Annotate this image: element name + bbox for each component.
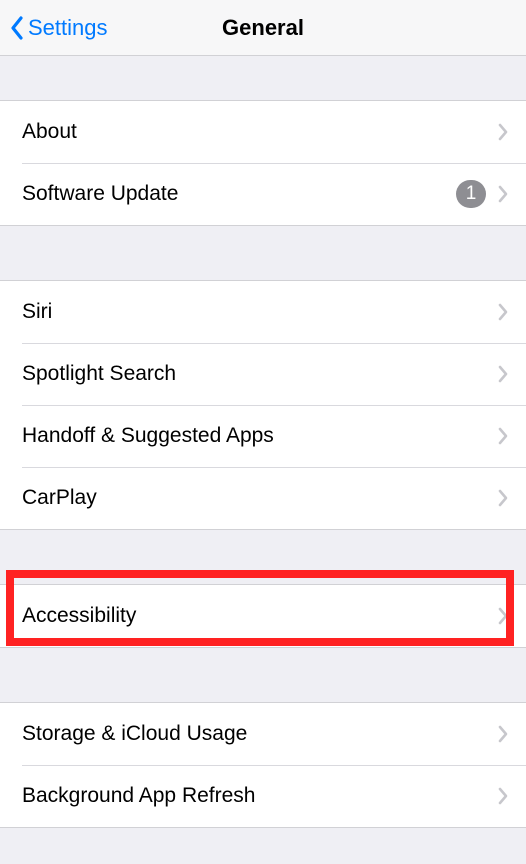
navbar: Settings General <box>0 0 526 56</box>
row-about[interactable]: About <box>0 101 526 163</box>
back-label: Settings <box>28 15 108 41</box>
group-about: About Software Update 1 <box>0 100 526 226</box>
group-accessibility: Accessibility <box>0 584 526 648</box>
group-spacer <box>0 530 526 584</box>
row-label: Software Update <box>22 182 456 206</box>
row-spotlight-search[interactable]: Spotlight Search <box>0 343 526 405</box>
row-label: Siri <box>22 300 498 324</box>
chevron-right-icon <box>498 787 508 805</box>
chevron-right-icon <box>498 489 508 507</box>
chevron-right-icon <box>498 123 508 141</box>
row-carplay[interactable]: CarPlay <box>0 467 526 529</box>
chevron-right-icon <box>498 427 508 445</box>
update-badge: 1 <box>456 180 486 208</box>
group-spacer <box>0 648 526 702</box>
chevron-right-icon <box>498 303 508 321</box>
back-button[interactable]: Settings <box>0 15 108 41</box>
row-label: CarPlay <box>22 486 498 510</box>
group-spacer <box>0 828 526 864</box>
row-label: Handoff & Suggested Apps <box>22 424 498 448</box>
row-label: Background App Refresh <box>22 784 498 808</box>
group-spacer <box>0 56 526 100</box>
row-background-app-refresh[interactable]: Background App Refresh <box>0 765 526 827</box>
chevron-right-icon <box>498 365 508 383</box>
chevron-left-icon <box>10 16 24 40</box>
chevron-right-icon <box>498 725 508 743</box>
group-storage: Storage & iCloud Usage Background App Re… <box>0 702 526 828</box>
row-handoff[interactable]: Handoff & Suggested Apps <box>0 405 526 467</box>
chevron-right-icon <box>498 607 508 625</box>
row-label: Storage & iCloud Usage <box>22 722 498 746</box>
chevron-right-icon <box>498 185 508 203</box>
row-siri[interactable]: Siri <box>0 281 526 343</box>
group-spacer <box>0 226 526 280</box>
row-label: Accessibility <box>22 604 498 628</box>
row-storage-icloud[interactable]: Storage & iCloud Usage <box>0 703 526 765</box>
group-siri: Siri Spotlight Search Handoff & Suggeste… <box>0 280 526 530</box>
row-accessibility[interactable]: Accessibility <box>0 585 526 647</box>
row-software-update[interactable]: Software Update 1 <box>0 163 526 225</box>
row-label: Spotlight Search <box>22 362 498 386</box>
row-label: About <box>22 120 498 144</box>
